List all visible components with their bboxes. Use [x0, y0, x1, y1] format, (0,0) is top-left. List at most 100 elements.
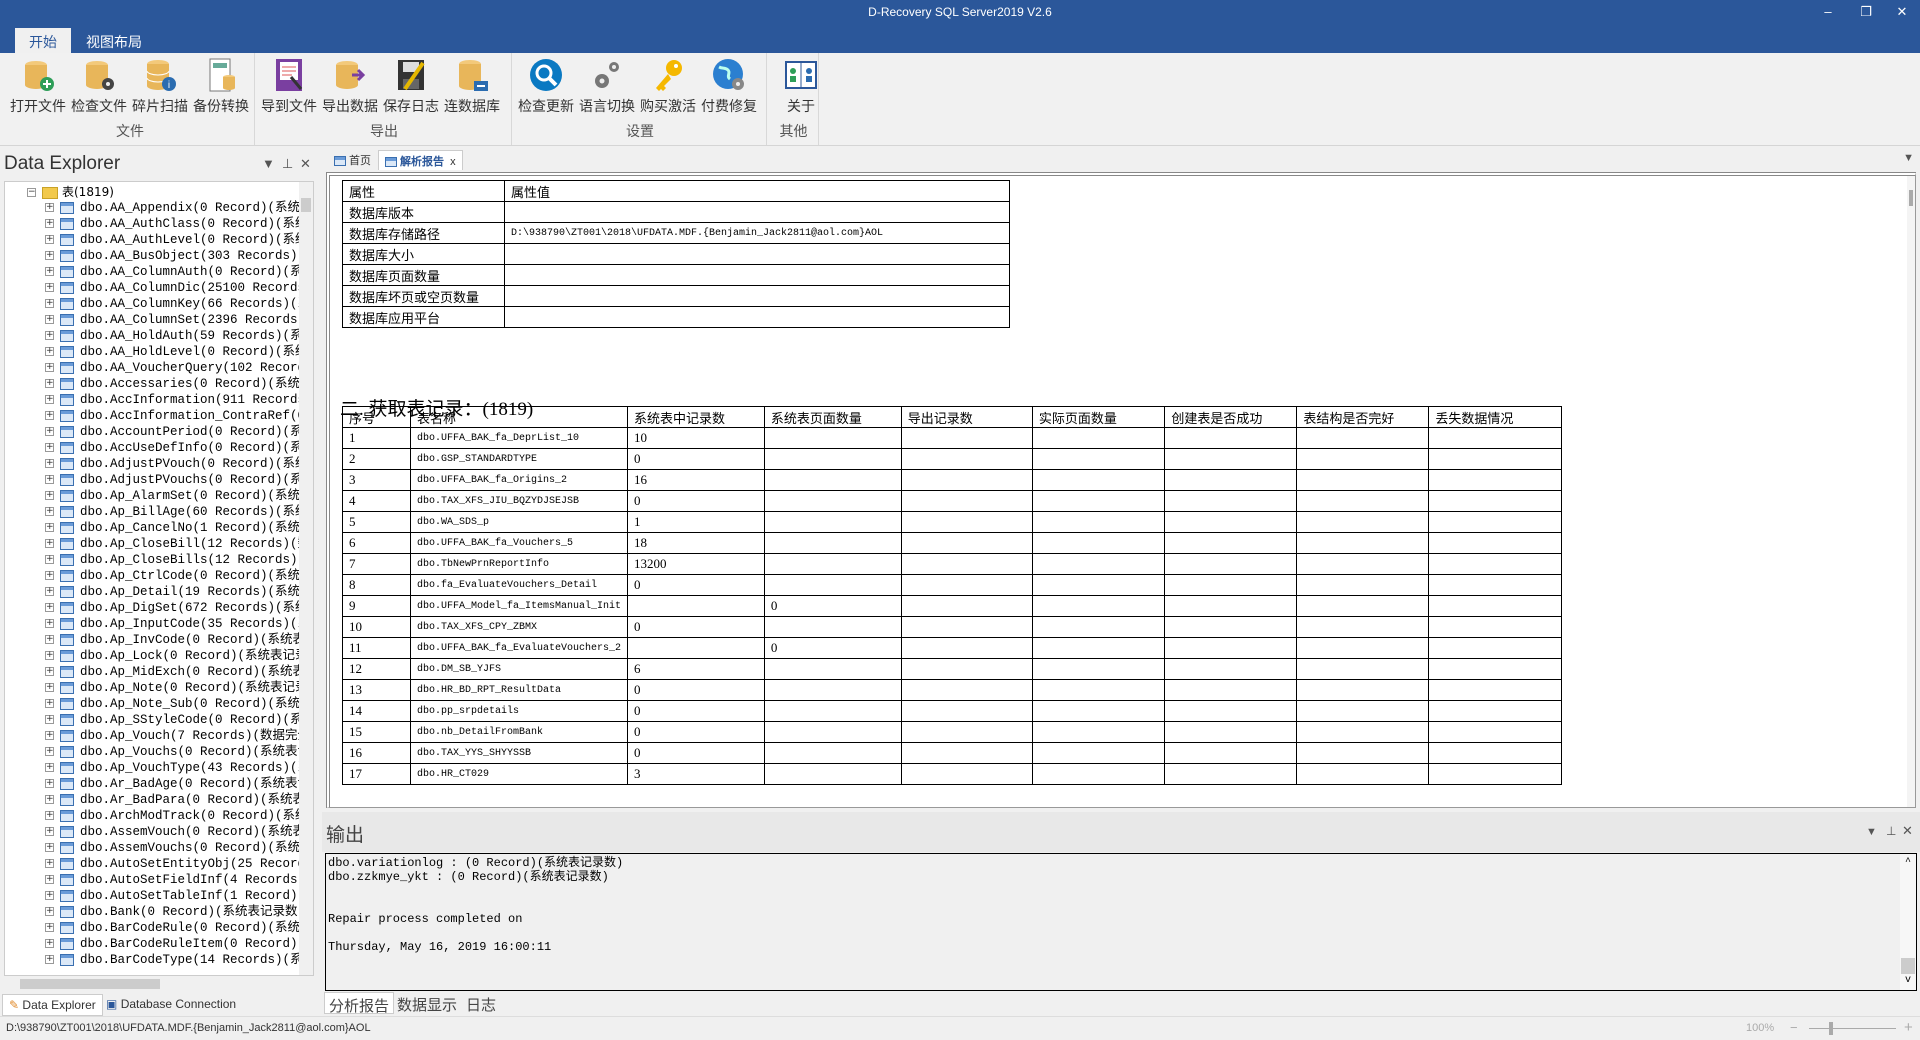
expand-icon[interactable]: +: [45, 875, 54, 885]
tab-data-display[interactable]: 数据显示: [393, 992, 461, 1014]
tree-root[interactable]: − 表(1819): [27, 184, 114, 200]
tree-item[interactable]: + dbo.AccUseDefInfo(0 Record)(系统: [45, 440, 313, 456]
expand-icon[interactable]: +: [45, 491, 54, 501]
tab-analysis-report[interactable]: 解析报告 x: [378, 150, 463, 170]
close-icon[interactable]: ✕: [1902, 823, 1913, 839]
tree-item[interactable]: + dbo.AA_AuthLevel(0 Record)(系统: [45, 232, 308, 248]
ribbon-button[interactable]: i 碎片扫描: [130, 57, 190, 119]
collapse-icon[interactable]: −: [27, 188, 36, 198]
tree-item[interactable]: + dbo.Ar_BadPara(0 Record)(系统表: [45, 792, 305, 808]
tree-item[interactable]: + dbo.AssemVouch(0 Record)(系统表: [45, 824, 305, 840]
expand-icon[interactable]: +: [45, 827, 54, 837]
expand-icon[interactable]: +: [45, 539, 54, 549]
zoom-slider[interactable]: [1809, 1022, 1896, 1035]
tree-item[interactable]: + dbo.Ap_Detail(19 Records)(系统表: [45, 584, 313, 600]
expand-icon[interactable]: +: [45, 475, 54, 485]
ribbon-button[interactable]: 付费修复: [699, 57, 759, 119]
tree-item[interactable]: + dbo.Ar_BadAge(0 Record)(系统表记: [45, 776, 310, 792]
tree-item[interactable]: + dbo.Ap_SStyleCode(0 Record)(系统: [45, 712, 313, 728]
zoom-out-button[interactable]: −: [1790, 1020, 1798, 1035]
expand-icon[interactable]: +: [45, 507, 54, 517]
tree-item[interactable]: + dbo.AA_BusObject(303 Records)(系: [45, 248, 313, 264]
tree-item[interactable]: + dbo.Ap_CloseBills(12 Records)(数: [45, 552, 313, 568]
tab-log[interactable]: 日志: [462, 992, 500, 1014]
tab-data-explorer[interactable]: ✎ Data Explorer: [2, 994, 103, 1016]
expand-icon[interactable]: +: [45, 667, 54, 677]
expand-icon[interactable]: +: [45, 267, 54, 277]
expand-icon[interactable]: +: [45, 283, 54, 293]
expand-icon[interactable]: +: [45, 523, 54, 533]
expand-icon[interactable]: +: [45, 907, 54, 917]
expand-icon[interactable]: +: [45, 811, 54, 821]
tree-item[interactable]: + dbo.AA_HoldLevel(0 Record)(系统: [45, 344, 308, 360]
expand-icon[interactable]: +: [45, 571, 54, 581]
expand-icon[interactable]: +: [45, 731, 54, 741]
ribbon-button[interactable]: 保存日志: [381, 57, 441, 119]
ribbon-button[interactable]: 检查更新: [516, 57, 576, 119]
expand-icon[interactable]: +: [45, 363, 54, 373]
tree-item[interactable]: + dbo.AccInformation(911 Records): [45, 392, 313, 408]
expand-icon[interactable]: +: [45, 955, 54, 965]
zoom-slider-thumb[interactable]: [1829, 1022, 1833, 1035]
tree-item[interactable]: + dbo.Accessaries(0 Record)(系统表: [45, 376, 313, 392]
tree-item[interactable]: + dbo.Ap_Note(0 Record)(系统表记录: [45, 680, 308, 696]
tree-item[interactable]: + dbo.AA_ColumnSet(2396 Records)(: [45, 312, 313, 328]
panel-dropdown-icon[interactable]: ▼: [1866, 826, 1877, 838]
tree-item[interactable]: + dbo.AdjustPVouch(0 Record)(系统: [45, 456, 308, 472]
tree-item[interactable]: + dbo.AA_ColumnAuth(0 Record)(系统: [45, 264, 313, 280]
report-vertical-scrollbar[interactable]: [1907, 176, 1915, 807]
expand-icon[interactable]: +: [45, 235, 54, 245]
tree-item[interactable]: + dbo.AccInformation_ContraRef(0: [45, 408, 305, 424]
ribbon-button[interactable]: 购买激活: [638, 57, 698, 119]
expand-icon[interactable]: +: [45, 683, 54, 693]
expand-icon[interactable]: +: [45, 795, 54, 805]
tab-home[interactable]: 首页: [328, 150, 377, 170]
tree-horizontal-scrollbar[interactable]: [4, 976, 304, 992]
tab-analysis-report-output[interactable]: 分析报告: [324, 992, 395, 1015]
expand-icon[interactable]: +: [45, 635, 54, 645]
expand-icon[interactable]: +: [45, 251, 54, 261]
table-tree[interactable]: − 表(1819) + dbo.AA_Appendix(0 Record)(系统表 +…: [4, 181, 314, 976]
expand-icon[interactable]: +: [45, 923, 54, 933]
close-button[interactable]: ✕: [1890, 4, 1914, 22]
zoom-in-button[interactable]: +: [1904, 1019, 1913, 1036]
tree-item[interactable]: + dbo.AA_HoldAuth(59 Records)(系统: [45, 328, 313, 344]
tree-item[interactable]: + dbo.AutoSetTableInf(1 Record)(1: [45, 888, 313, 904]
ribbon-button[interactable]: 关于: [771, 57, 831, 119]
expand-icon[interactable]: +: [45, 587, 54, 597]
tree-vertical-scrollbar[interactable]: [299, 182, 313, 975]
expand-icon[interactable]: +: [45, 427, 54, 437]
tree-item[interactable]: + dbo.Ap_BillAge(60 Records)(系统: [45, 504, 308, 520]
tree-item[interactable]: + dbo.Ap_MidExch(0 Record)(系统表: [45, 664, 305, 680]
ribbon-tab-view-layout[interactable]: 视图布局: [72, 28, 156, 53]
expand-icon[interactable]: +: [45, 603, 54, 613]
tree-item[interactable]: + dbo.AA_VoucherQuery(102 Records: [45, 360, 313, 376]
ribbon-button[interactable]: 打开文件: [8, 57, 68, 119]
expand-icon[interactable]: +: [45, 443, 54, 453]
pin-icon[interactable]: ⊥: [1886, 824, 1896, 838]
expand-icon[interactable]: +: [45, 315, 54, 325]
expand-icon[interactable]: +: [45, 347, 54, 357]
expand-icon[interactable]: +: [45, 299, 54, 309]
restore-button[interactable]: ❐: [1854, 4, 1878, 22]
expand-icon[interactable]: +: [45, 715, 54, 725]
tree-item[interactable]: + dbo.AutoSetFieldInf(4 Records)(: [45, 872, 313, 888]
close-icon[interactable]: ✕: [300, 156, 311, 172]
tree-item[interactable]: + dbo.Ap_AlarmSet(0 Record)(系统表: [45, 488, 313, 504]
tree-item[interactable]: + dbo.AdjustPVouchs(0 Record)(系统: [45, 472, 313, 488]
tree-item[interactable]: + dbo.Ap_CtrlCode(0 Record)(系统表: [45, 568, 313, 584]
tree-item[interactable]: + dbo.BarCodeType(14 Records)(系统: [45, 952, 313, 968]
tree-item[interactable]: + dbo.AA_ColumnDic(25100 Records): [45, 280, 313, 296]
close-tab-icon[interactable]: x: [450, 156, 456, 168]
tree-item[interactable]: + dbo.ArchModTrack(0 Record)(系统: [45, 808, 308, 824]
tree-item[interactable]: + dbo.AA_ColumnKey(66 Records)(系: [45, 296, 310, 312]
tree-item[interactable]: + dbo.Ap_InputCode(35 Records)(系: [45, 616, 310, 632]
tab-list-dropdown-icon[interactable]: ▼: [1903, 152, 1914, 164]
tree-item[interactable]: + dbo.Ap_InvCode(0 Record)(系统表: [45, 632, 305, 648]
expand-icon[interactable]: +: [45, 651, 54, 661]
expand-icon[interactable]: +: [45, 395, 54, 405]
ribbon-button[interactable]: 连数据库: [442, 57, 502, 119]
ribbon-button[interactable]: 导出数据: [320, 57, 380, 119]
expand-icon[interactable]: +: [45, 779, 54, 789]
expand-icon[interactable]: +: [45, 859, 54, 869]
